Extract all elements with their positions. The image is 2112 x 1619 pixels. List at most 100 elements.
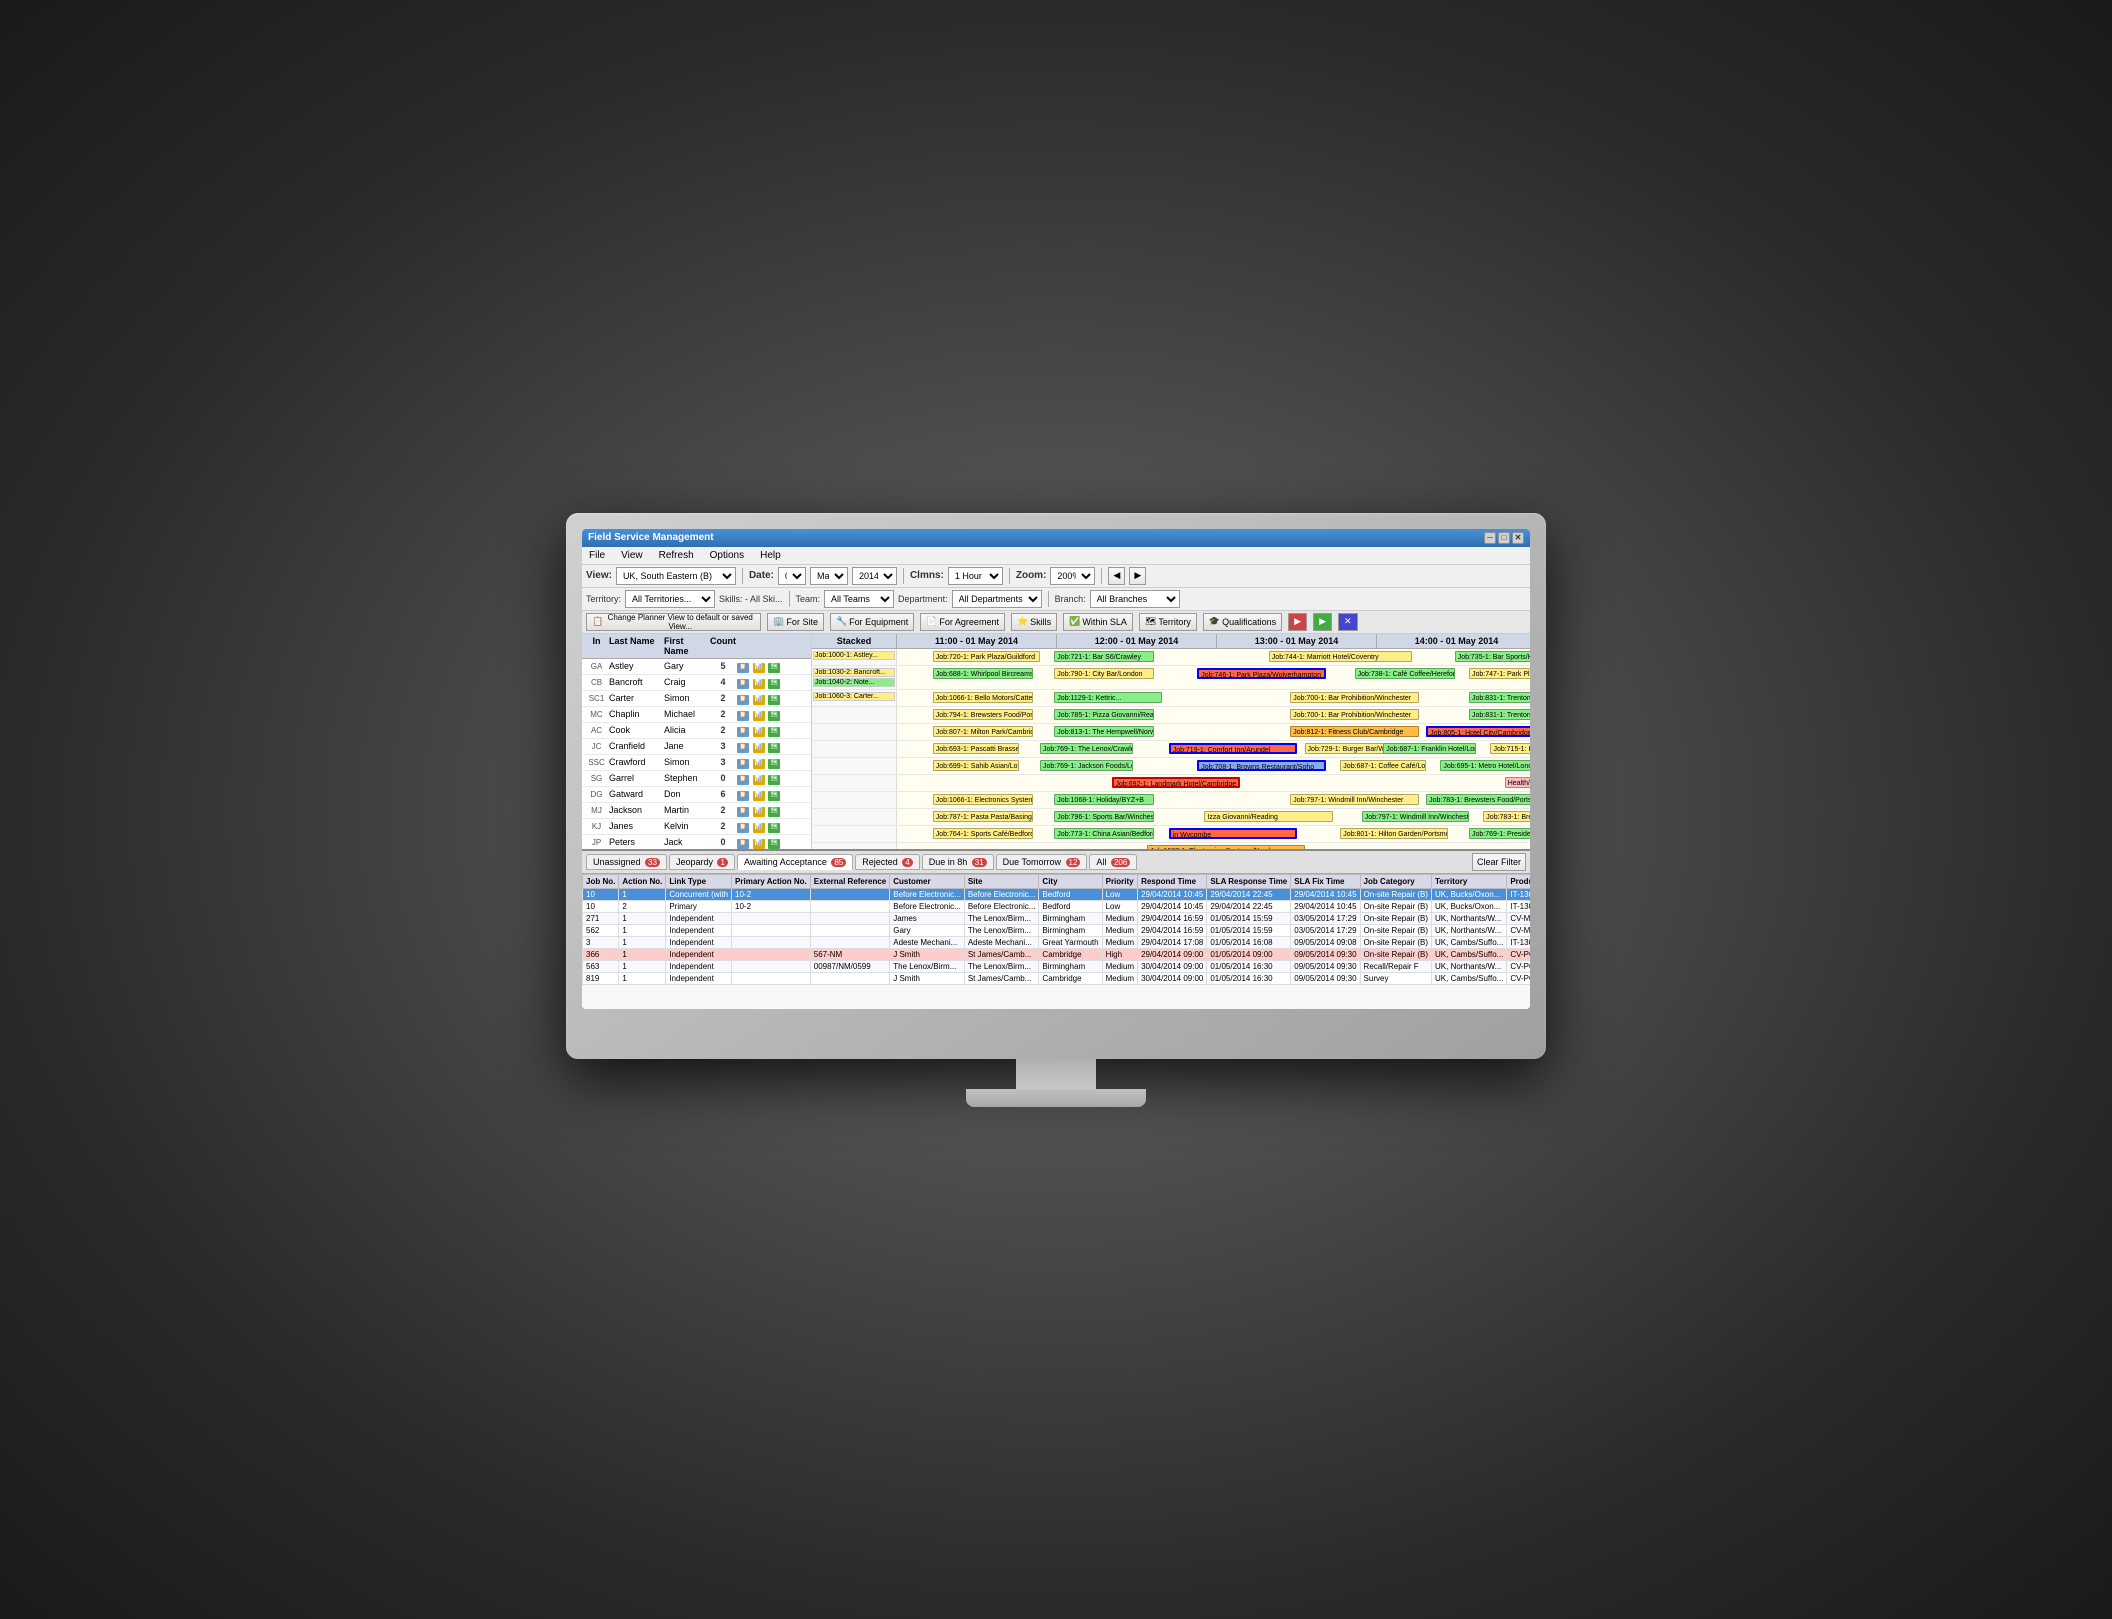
for-equipment-btn[interactable]: 🔧 For Equipment — [830, 613, 914, 631]
gantt-bar[interactable]: Job:687-1: Coffee Café/London — [1340, 760, 1426, 771]
engineer-row[interactable]: MC Chaplin Michael 2 📋 📊 🗺 — [582, 707, 811, 723]
tab-unassigned[interactable]: Unassigned 33 — [586, 854, 667, 870]
engineer-row[interactable]: AC Cook Alicia 2 📋 📊 🗺 — [582, 723, 811, 739]
table-row[interactable]: 5631Independent00987/NM/0599The Lenox/Bi… — [583, 960, 1531, 972]
table-row[interactable]: 102Primary10-2Before Electronic...Before… — [583, 900, 1531, 912]
gantt-bar[interactable]: Job:769-1: President Hotels/Milton Keyne… — [1469, 828, 1530, 839]
table-row[interactable]: 3661Independent567-NMJ SmithSt James/Cam… — [583, 948, 1531, 960]
clmns-select[interactable]: 1 Hour — [948, 567, 1003, 585]
territory-select[interactable]: All Territories... — [625, 590, 715, 608]
table-row[interactable]: 8191IndependentJ SmithSt James/Camb...Ca… — [583, 972, 1531, 984]
gantt-bar[interactable]: Job:797-1: Windmill Inn/Winchester — [1362, 811, 1469, 822]
table-scroll[interactable]: Job No.Action No.Link TypePrimary Action… — [582, 874, 1530, 1009]
gantt-bar[interactable]: Job:693-1: Pascatti Brasserie/London — [933, 743, 1019, 754]
gantt-bar[interactable]: Job:796-1: Sports Bar/Winchester — [1054, 811, 1154, 822]
tab-due8h[interactable]: Due in 8h 31 — [922, 854, 994, 870]
gantt-bar[interactable]: Job:715-1: Kensington Pizza/Guildford — [1490, 743, 1530, 754]
menu-help[interactable]: Help — [757, 549, 784, 562]
branch-select[interactable]: All Branches — [1090, 590, 1180, 608]
for-agreement-btn[interactable]: 📄 For Agreement — [920, 613, 1005, 631]
gantt-bar[interactable]: Job:735-1: Bar Sports/Hereford — [1455, 651, 1530, 662]
filter-icon-btn1[interactable]: ▶ — [1288, 613, 1307, 631]
minimize-button[interactable]: ─ — [1484, 532, 1496, 544]
gantt-bar[interactable]: Job:719-1: Comfort Inn/Arundel — [1169, 743, 1298, 754]
gantt-bar[interactable]: Job:1129-1: Kettric... — [1054, 692, 1161, 703]
tab-jeopardy[interactable]: Jeopardy 1 — [669, 854, 735, 870]
gantt-bar[interactable]: Job:794-1: Brewsters Food/Portsmouth — [933, 709, 1033, 720]
stacked-item[interactable]: Job:1060-3: Carter... — [813, 692, 895, 701]
gantt-bar[interactable]: Job:700-1: Bar Prohibition/Winchester — [1290, 709, 1419, 720]
gantt-bar[interactable]: Job:785-1: Pizza Giovanni/Reading — [1054, 709, 1154, 720]
engineer-row[interactable]: DG Gatward Don 6 📋 📊 🗺 — [582, 787, 811, 803]
gantt-bar[interactable]: Job:687-1: Franklin Hotel/London — [1383, 743, 1476, 754]
gantt-bar[interactable]: Job:787-1: Pasta Pasta/Basingstoke — [933, 811, 1033, 822]
tab-due-tomorrow[interactable]: Due Tomorrow 12 — [996, 854, 1088, 870]
gantt-bar[interactable]: Job:708-1: Browns Restaurant/Soho — [1197, 760, 1326, 771]
gantt-bar[interactable]: Job:831-1: Trenton Foods/Ashford — [1469, 692, 1530, 703]
date-year[interactable]: 2014 — [852, 567, 897, 585]
gantt-bar[interactable]: Job:738-1: Café Coffee/Hereford — [1355, 668, 1455, 679]
gantt-bar[interactable]: Job:797-1: Windmill Inn/Winchester — [1290, 794, 1419, 805]
nav-prev-button[interactable]: ◀ — [1108, 567, 1125, 585]
gantt-bar[interactable]: Job:769-1: Jackson Foods/London — [1040, 760, 1133, 771]
gantt-bar[interactable]: Job:769-1: The Lenox/Crawley — [1040, 743, 1133, 754]
tab-all[interactable]: All 206 — [1089, 854, 1137, 870]
filter-icon-btn2[interactable]: ▶ — [1313, 613, 1332, 631]
gantt-bar[interactable]: Job:720-1: Park Plaza/Guildford — [933, 651, 1040, 662]
engineer-row[interactable]: JP Peters Jack 0 📋 📊 🗺 — [582, 835, 811, 849]
engineer-row[interactable]: JC Cranfield Jane 3 📋 📊 🗺 — [582, 739, 811, 755]
engineer-row[interactable]: KJ Janes Kelvin 2 📋 📊 🗺 — [582, 819, 811, 835]
for-site-btn[interactable]: 🏢 For Site — [767, 613, 824, 631]
territory-btn[interactable]: 🗺 Territory — [1139, 613, 1197, 631]
date-month[interactable]: May — [810, 567, 848, 585]
gantt-bar[interactable]: Job:1066-1: Bello Motors/Catterto — [933, 692, 1033, 703]
engineer-row[interactable]: SSC Crawford Simon 3 📋 📊 🗺 — [582, 755, 811, 771]
table-row[interactable]: 2711IndependentJamesThe Lenox/Birm...Bir… — [583, 912, 1531, 924]
engineer-row[interactable]: SG Garrel Stephen 0 📋 📊 🗺 — [582, 771, 811, 787]
clear-filter-btn[interactable]: Clear Filter — [1472, 853, 1526, 871]
gantt-bar[interactable]: Job:783-1: Brewsters Food/Portsmouth — [1483, 811, 1530, 822]
gantt-bar[interactable]: Job:831-1: Trenton Foods/Ashford — [1469, 709, 1530, 720]
gantt-bar[interactable]: Job:688-1: Whirlpool Bircreams/London — [933, 668, 1033, 679]
gantt-bar[interactable]: Job:1068-1: Holiday/BYZ+B — [1054, 794, 1154, 805]
gantt-bar[interactable]: Job:813-1: The Hempwell/Norwich — [1054, 726, 1154, 737]
gantt-bar[interactable]: Job:1067-1: Electronica Systems/Newbury — [1147, 845, 1304, 849]
department-select[interactable]: All Departments — [952, 590, 1042, 608]
close-button[interactable]: ✕ — [1512, 532, 1524, 544]
qualifications-btn[interactable]: 🎓 Qualifications — [1203, 613, 1282, 631]
gantt-bar[interactable]: Job:729-1: Burger Bar/Wo — [1305, 743, 1391, 754]
skills-btn[interactable]: ⭐ Skills — [1011, 613, 1057, 631]
schedule-area[interactable]: Stacked 11:00 - 01 May 2014 12:00 - 01 M… — [812, 634, 1530, 849]
gantt-bar[interactable]: Job:721-1: Bar S6/Crawley — [1054, 651, 1154, 662]
gantt-bar[interactable]: Job:747-1: Park Plaza/Wolverhampton — [1469, 668, 1530, 679]
gantt-bar[interactable]: Job:692-1: Landmark Hotel/Cambridge — [1112, 777, 1241, 788]
gantt-bar[interactable]: Job:1066-1: Electronics System... — [933, 794, 1033, 805]
view-select[interactable]: UK, South Eastern (B) — [616, 567, 736, 585]
tab-awaiting[interactable]: Awaiting Acceptance 85 — [737, 854, 853, 870]
stacked-item[interactable]: Job:1000-1: Astley... — [813, 651, 895, 660]
stacked-item-2[interactable]: Job:1040-2: Note... — [813, 678, 895, 687]
nav-next-button[interactable]: ▶ — [1129, 567, 1146, 585]
filter-icon-btn3[interactable]: ✕ — [1338, 613, 1358, 631]
menu-file[interactable]: File — [586, 549, 608, 562]
engineer-row[interactable]: CB Bancroft Craig 4 📋 📊 🗺 — [582, 675, 811, 691]
gantt-bar[interactable]: in Wycombe — [1169, 828, 1298, 839]
gantt-bar[interactable]: Job:807-1: Milton Park/Cambridge — [933, 726, 1033, 737]
menu-view[interactable]: View — [618, 549, 646, 562]
gantt-bar[interactable]: Job:812-1: Fitness Club/Cambridge — [1290, 726, 1419, 737]
gantt-bar[interactable]: Health/Medical: Dentist — [1505, 777, 1530, 788]
gantt-bar[interactable]: Job:764-1: Sports Café/Bedford — [933, 828, 1033, 839]
gantt-bar[interactable]: Izza Giovanni/Reading — [1204, 811, 1333, 822]
gantt-bar[interactable]: Job:805-1: Hotel City/Cambridge — [1426, 726, 1530, 737]
gantt-bar[interactable]: Job:773-1: China Asian/Bedford — [1054, 828, 1154, 839]
engineer-row[interactable]: MJ Jackson Martin 2 📋 📊 🗺 — [582, 803, 811, 819]
stacked-item[interactable]: Job:1030-2: Bancroft... — [813, 668, 895, 677]
gantt-bar[interactable]: Job:790-1: City Bar/London — [1054, 668, 1154, 679]
gantt-bar[interactable]: Job:746-1: Park Plaza/Wolverhampton — [1197, 668, 1326, 679]
gantt-bar[interactable]: Job:700-1: Bar Prohibition/Winchester — [1290, 692, 1419, 703]
gantt-bar[interactable]: Job:783-1: Brewsters Food/Portsmouth — [1426, 794, 1530, 805]
within-sla-btn[interactable]: ✅ Within SLA — [1063, 613, 1133, 631]
team-select[interactable]: All Teams — [824, 590, 894, 608]
table-row[interactable]: 101Concurrent (with10-2Before Electronic… — [583, 888, 1531, 900]
gantt-bar[interactable]: Job:699-1: Sahib Asian/London — [933, 760, 1019, 771]
